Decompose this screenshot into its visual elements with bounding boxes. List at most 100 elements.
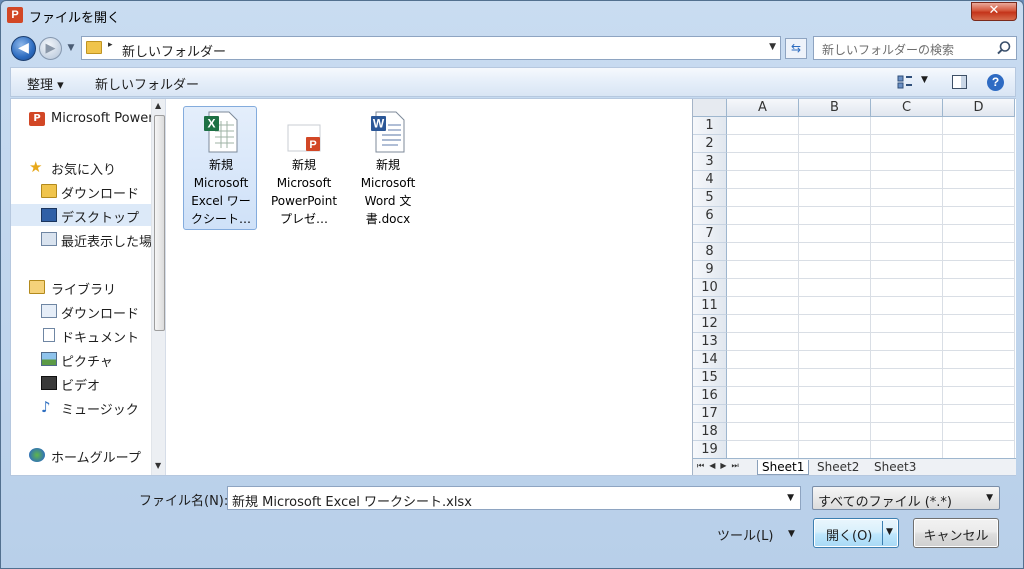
sheet-tab[interactable]: Sheet1 [757,460,810,475]
spreadsheet-cell [871,369,943,387]
forward-button[interactable]: ▶ [39,37,62,60]
change-view-icon[interactable] [897,75,913,89]
spreadsheet-cell [871,153,943,171]
row-header: 3 [693,153,727,171]
organize-menu-button[interactable]: 整理 ▾ [27,74,64,93]
spreadsheet-cell [727,315,799,333]
spreadsheet-cell [871,405,943,423]
spreadsheet-cell [871,189,943,207]
excel-file-icon: X [204,111,238,153]
open-button-label: 開く(O) [826,529,873,544]
row-header: 2 [693,135,727,153]
spreadsheet-cell [727,297,799,315]
nav-item-desktop[interactable]: デスクトップ [11,204,151,226]
nav-item-favorites[interactable]: ★ お気に入り [11,156,151,179]
spreadsheet-cell [799,423,871,441]
spreadsheet-cell [943,441,1015,459]
download-folder-icon [41,184,57,198]
recent-locations-dropdown[interactable]: ▼ [65,42,77,54]
spreadsheet-cell [943,135,1015,153]
powerpoint-icon: P [29,112,45,126]
column-header: A [727,99,799,117]
spreadsheet-cell [799,261,871,279]
file-item-powerpoint[interactable]: P 新規 Microsoft PowerPoint プレゼ… [266,106,340,230]
file-item-excel[interactable]: X 新規 Microsoft Excel ワークシート… [183,106,257,230]
row-header: 15 [693,369,727,387]
filename-value[interactable]: 新規 Microsoft Excel ワークシート.xlsx [232,491,472,510]
file-name: 新規 Microsoft PowerPoint プレゼ… [270,158,338,226]
select-all-corner [693,99,727,117]
row-header: 13 [693,333,727,351]
tools-dropdown-icon[interactable]: ▼ [788,529,795,539]
nav-item-powerpoint[interactable]: P Microsoft PowerPoint [11,108,151,130]
row-header: 12 [693,315,727,333]
open-options-dropdown-icon[interactable]: ▼ [886,527,893,537]
nav-item-music[interactable]: ♪ ミュージック [11,396,151,419]
spreadsheet-cell [799,351,871,369]
row-header: 5 [693,189,727,207]
close-button[interactable]: ✕ [971,2,1017,21]
spreadsheet-cell [727,369,799,387]
spreadsheet-cell [727,351,799,369]
filename-input[interactable]: 新規 Microsoft Excel ワークシート.xlsx ▼ [227,486,801,510]
spreadsheet-cell [943,225,1015,243]
breadcrumb-current-folder[interactable]: 新しいフォルダー [122,41,226,60]
search-placeholder: 新しいフォルダーの検索 [822,43,955,57]
scroll-up-icon[interactable]: ▲ [155,101,161,110]
filename-history-dropdown-icon[interactable]: ▼ [787,493,794,503]
spreadsheet-cell [871,135,943,153]
nav-item-label: 最近表示した場所 [61,235,151,250]
refresh-button[interactable]: ⇆ [785,38,807,59]
spreadsheet-cell [871,387,943,405]
file-item-word[interactable]: W 新規 Microsoft Word 文書.docx [350,106,424,230]
spreadsheet-cell [943,423,1015,441]
nav-item-videos[interactable]: ビデオ [11,372,151,394]
nav-item-pictures[interactable]: ピクチャ [11,348,151,370]
sheet-tab[interactable]: Sheet3 [870,460,920,475]
spreadsheet-cell [799,279,871,297]
nav-item-homegroup[interactable]: ホームグループ [11,444,151,466]
help-icon[interactable]: ? [987,74,1004,91]
sheet-navigation-icons[interactable]: ⏮◀▶⏭ [697,461,744,471]
spreadsheet-cell [871,207,943,225]
cancel-button[interactable]: キャンセル [913,518,999,548]
address-dropdown-icon[interactable]: ▼ [769,42,776,52]
nav-item-libraries[interactable]: ライブラリ [11,276,151,298]
music-icon: ♪ [41,398,51,416]
pictures-icon [41,352,57,366]
back-button[interactable]: ◀ [11,36,36,61]
nav-item-library-downloads[interactable]: ダウンロード [11,300,151,322]
address-bar[interactable]: ▸ 新しいフォルダー ▼ [81,36,781,60]
spreadsheet-cell [799,297,871,315]
spreadsheet-cell [943,171,1015,189]
recent-places-icon [41,232,57,246]
documents-icon [43,328,55,342]
sheet-tab-bar: ⏮◀▶⏭ Sheet1 Sheet2 Sheet3 [693,458,1016,475]
new-folder-button[interactable]: 新しいフォルダー [95,74,199,93]
preview-pane-toggle-icon[interactable] [952,75,967,89]
spreadsheet-cell [799,405,871,423]
spreadsheet-cell [943,369,1015,387]
nav-item-downloads[interactable]: ダウンロード [11,180,151,202]
search-input[interactable]: 新しいフォルダーの検索 [813,36,1017,60]
nav-item-label: お気に入り [51,163,117,178]
command-bar: 整理 ▾ 新しいフォルダー ▼ ? [10,67,1016,97]
window-title: ファイルを開く [29,11,121,26]
spreadsheet-cell [943,117,1015,135]
spreadsheet-cell [871,279,943,297]
file-type-filter-select[interactable]: すべてのファイル (*.*) ▼ [812,486,1000,510]
nav-item-documents[interactable]: ドキュメント [11,324,151,346]
nav-item-recent-places[interactable]: 最近表示した場所 [11,228,151,250]
breadcrumb-separator-icon[interactable]: ▸ [108,40,113,50]
spreadsheet-cell [943,405,1015,423]
spreadsheet-cell [727,189,799,207]
scroll-down-icon[interactable]: ▼ [155,461,161,470]
sheet-tab[interactable]: Sheet2 [813,460,863,475]
search-icon[interactable] [996,40,1012,56]
navigation-pane-scrollbar[interactable]: ▲ ▼ [151,99,165,475]
view-options-dropdown-icon[interactable]: ▼ [921,75,928,85]
tools-menu-button[interactable]: ツール(L) [717,525,773,544]
spreadsheet-cell [799,117,871,135]
scrollbar-thumb[interactable] [154,115,165,331]
open-button[interactable]: 開く(O) ▼ [813,518,899,548]
